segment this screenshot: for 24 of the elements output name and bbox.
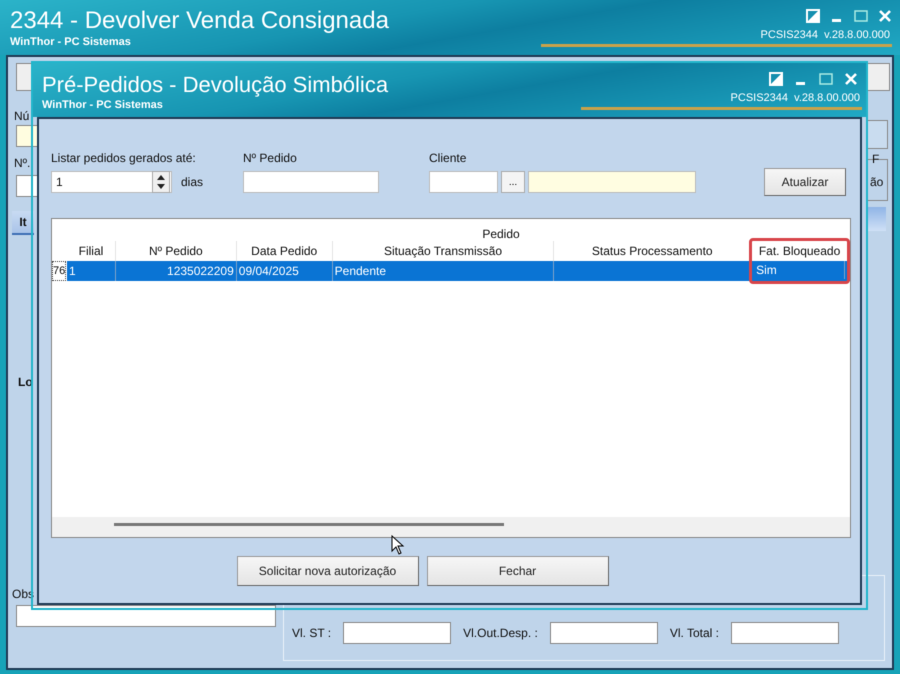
version-label: PCSIS2344 v.28.8.00.000 xyxy=(540,29,892,47)
window-title: 2344 - Devolver Venda Consignada xyxy=(10,6,389,36)
table-cell: 1 xyxy=(68,264,76,278)
field-label: Vl.Out.Desp. : xyxy=(463,626,538,640)
field-label: Vl. ST : xyxy=(292,626,332,640)
table-cell: 1235022209 xyxy=(167,264,234,278)
field-label: Nú xyxy=(14,109,30,123)
field-label: Nº Pedido xyxy=(243,151,298,165)
window-subtitle: WinThor - PC Sistemas xyxy=(10,36,132,48)
field-label: Listar pedidos gerados até: xyxy=(51,151,197,165)
unit-label: dias xyxy=(181,175,204,189)
window-title: Pré-Pedidos - Devolução Simbólica xyxy=(42,71,388,99)
field-label: ão xyxy=(870,175,884,189)
field-label: Vl. Total : xyxy=(670,626,719,640)
version-label: PCSIS2344 v.28.8.00.000 xyxy=(580,92,862,110)
row-indicator: 76 xyxy=(52,261,66,281)
field-label: F xyxy=(872,152,880,166)
group-header: Pedido xyxy=(482,227,520,241)
table-cell: Pendente xyxy=(334,264,386,278)
field-label: Cliente xyxy=(429,151,468,165)
table-cell: Sim xyxy=(756,262,777,277)
window-subtitle: WinThor - PC Sistemas xyxy=(42,99,164,111)
field-label: Nº. xyxy=(14,156,30,170)
table-cell: 09/04/2025 xyxy=(238,264,299,278)
